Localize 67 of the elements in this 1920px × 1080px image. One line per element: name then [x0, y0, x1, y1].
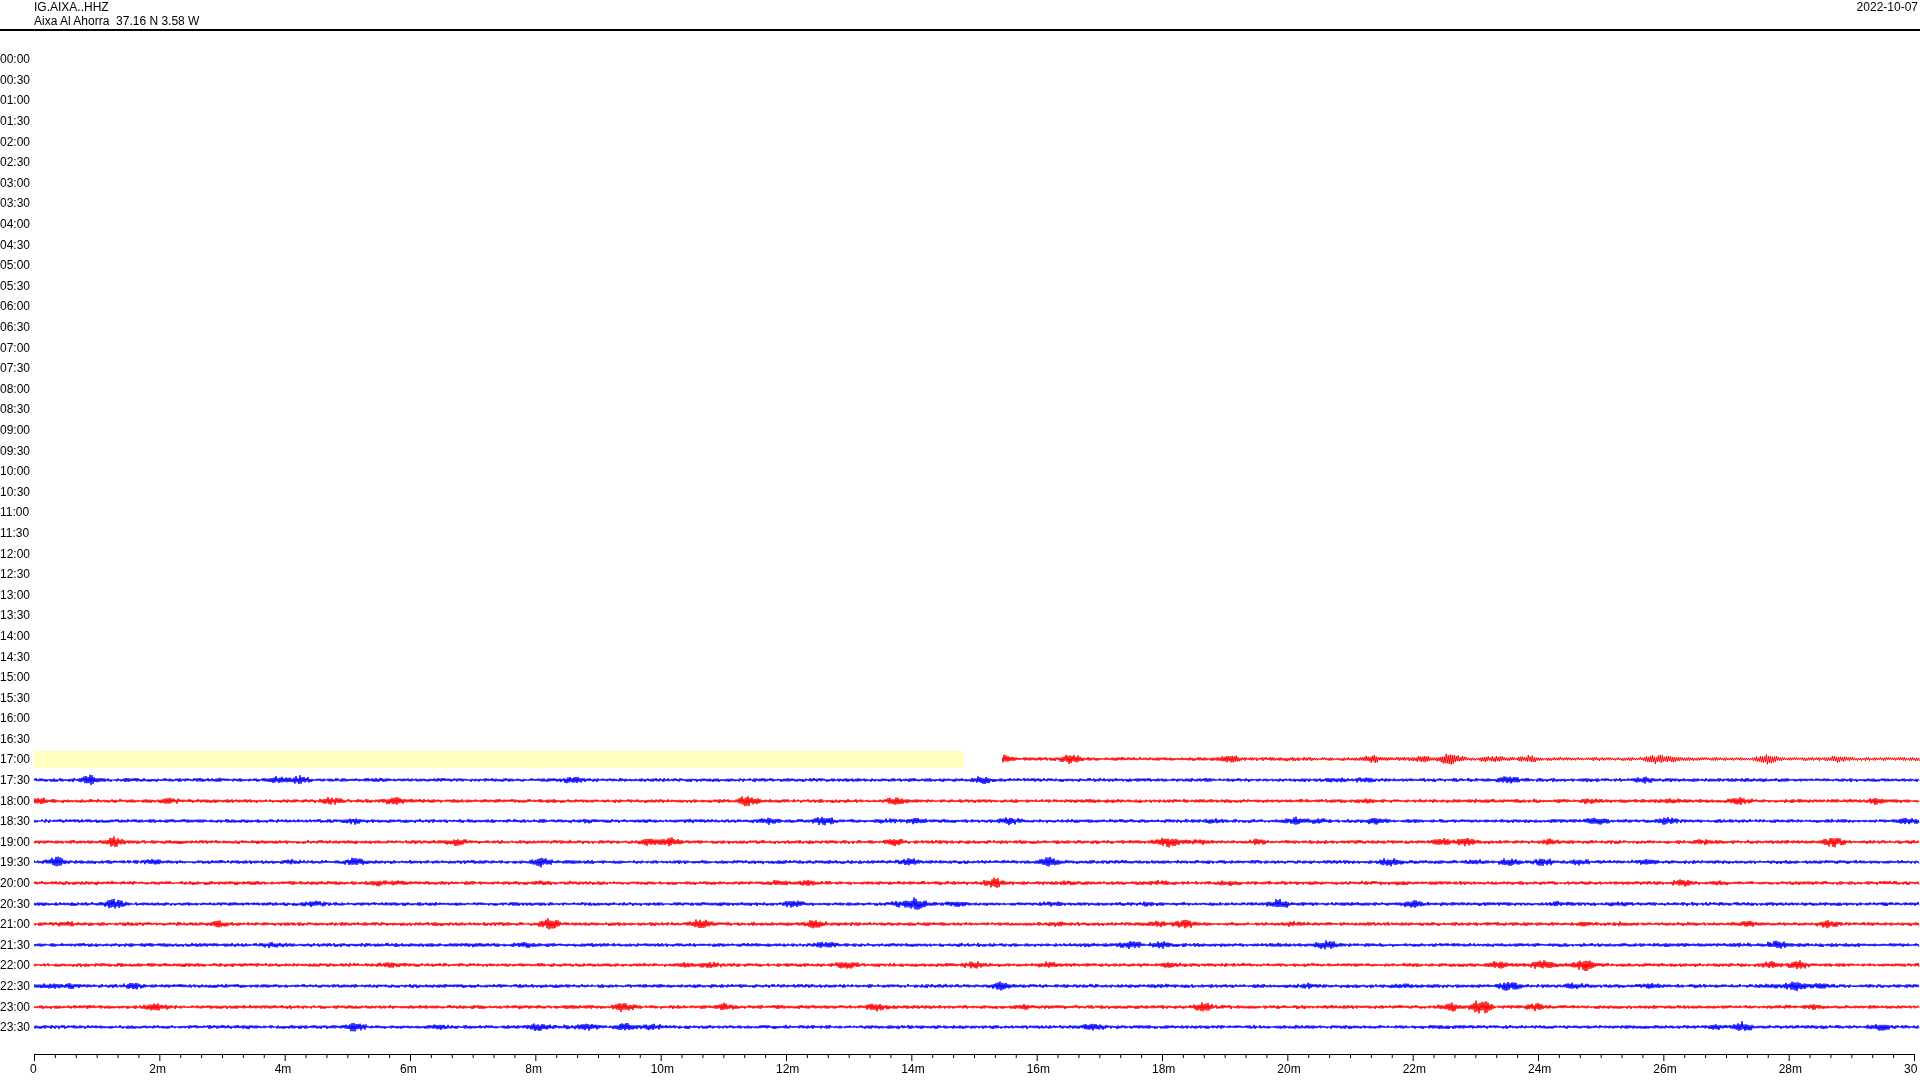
time-label: 22:00	[0, 958, 32, 973]
time-label: 13:30	[0, 608, 32, 623]
axis-label: 26m	[1653, 1062, 1677, 1076]
time-label: 17:00	[0, 752, 32, 767]
time-label: 11:00	[0, 505, 31, 520]
time-label: 22:30	[0, 979, 32, 993]
axis-label: 2m	[149, 1062, 166, 1076]
time-label: 14:00	[0, 628, 32, 643]
axis-label: 4m	[274, 1062, 292, 1076]
time-label: 21:00	[0, 917, 32, 932]
time-label: 00:30	[0, 72, 32, 87]
time-label: 11:30	[0, 525, 31, 540]
time-label: 16:30	[0, 731, 32, 746]
axis-label: 16m	[1026, 1062, 1050, 1076]
time-label: 03:00	[0, 175, 32, 190]
axis-label: 30	[1904, 1062, 1918, 1076]
time-label: 15:30	[0, 690, 32, 705]
time-label: 21:30	[0, 937, 32, 952]
time-label: 14:30	[0, 649, 32, 664]
time-label: 05:00	[0, 258, 32, 273]
time-label: 02:00	[0, 134, 32, 149]
time-label: 01:00	[0, 93, 32, 108]
time-label: 10:00	[0, 464, 32, 479]
record-date: 2022-10-07	[1856, 0, 1918, 16]
time-label: 04:30	[0, 237, 32, 252]
axis-label: 0	[30, 1062, 37, 1076]
time-label: 00:00	[0, 52, 32, 67]
time-label: 05:30	[0, 278, 32, 293]
time-label: 20:30	[0, 896, 32, 911]
time-label: 16:00	[0, 711, 32, 726]
time-label: 04:00	[0, 217, 32, 232]
time-label: 06:30	[0, 320, 32, 334]
time-label: 18:30	[0, 814, 32, 829]
axis-label: 14m	[901, 1062, 925, 1076]
time-label: 12:00	[0, 546, 32, 561]
time-label: 08:30	[0, 402, 32, 417]
time-label: 15:00	[0, 670, 32, 685]
axis-label: 18m	[1152, 1062, 1176, 1076]
time-label: 17:30	[0, 773, 32, 788]
axis-label: 24m	[1528, 1062, 1552, 1076]
axis-label: 6m	[400, 1062, 417, 1076]
axis-label: 20m	[1277, 1062, 1301, 1076]
time-label: 09:30	[0, 443, 32, 458]
time-label: 13:00	[0, 587, 32, 602]
time-label: 03:30	[0, 196, 32, 211]
axis-label: 22m	[1402, 1062, 1426, 1076]
station-code: IG.AIXA..HHZ	[34, 0, 110, 14]
time-label: 20:00	[0, 876, 32, 891]
time-label: 23:30	[0, 1020, 32, 1035]
time-label: 12:30	[0, 567, 32, 582]
time-label: 07:00	[0, 340, 32, 355]
time-label: 02:30	[0, 155, 32, 170]
axis-label: 12m	[776, 1062, 800, 1076]
time-label: 08:00	[0, 381, 32, 396]
time-label: 23:00	[0, 999, 32, 1014]
time-label: 06:00	[0, 299, 32, 314]
time-label: 07:30	[0, 361, 32, 376]
time-label: 19:30	[0, 855, 32, 870]
time-label: 09:00	[0, 423, 32, 437]
station-location: Aixa Al Ahorra 37.16 N 3.58 W	[34, 14, 200, 28]
time-label: 01:30	[0, 114, 32, 129]
axis-label: 8m	[525, 1062, 542, 1076]
axis-label: 10m	[650, 1062, 674, 1076]
axis-label: 28m	[1778, 1062, 1802, 1076]
time-label: 18:00	[0, 793, 32, 808]
time-label: 19:00	[0, 834, 32, 849]
time-label: 10:30	[0, 484, 32, 499]
